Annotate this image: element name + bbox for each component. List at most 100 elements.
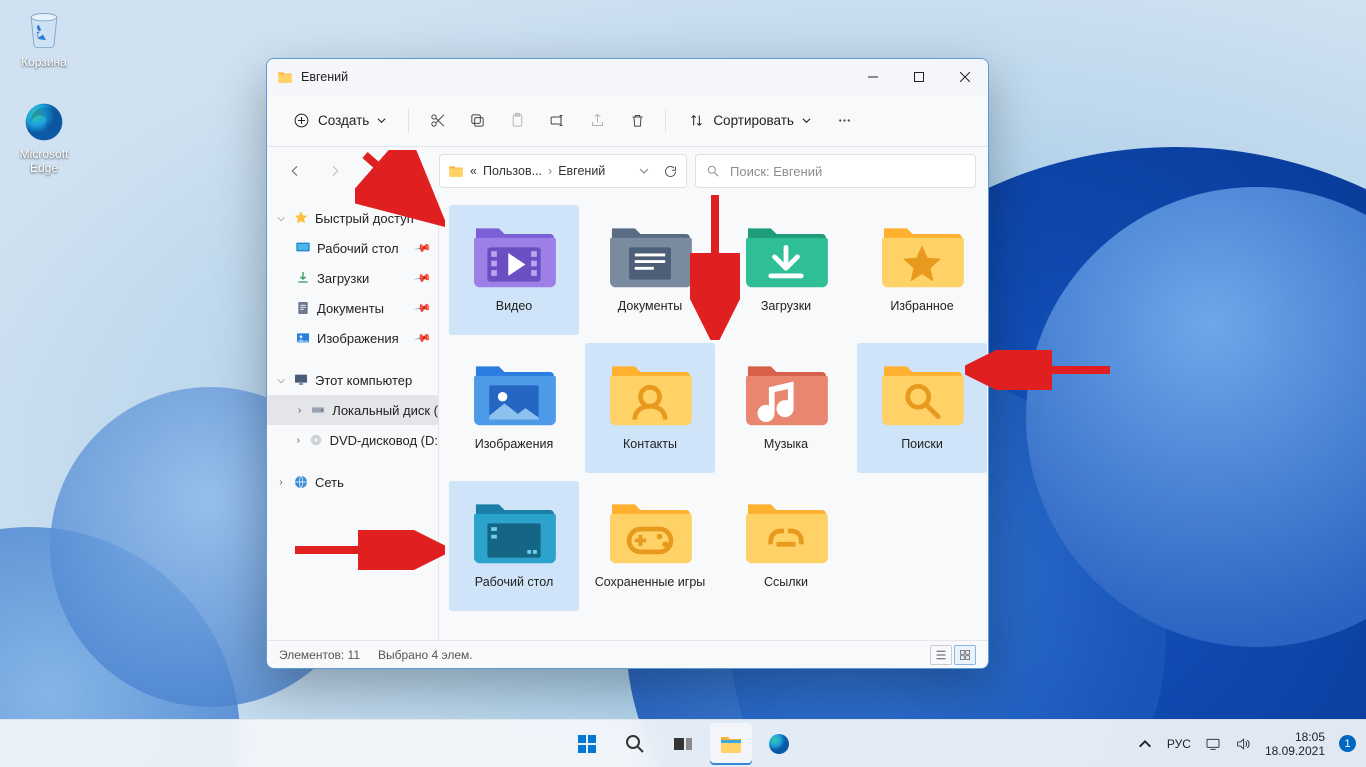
sidebar-pictures[interactable]: Изображения📌: [267, 323, 438, 353]
folder-label: Рабочий стол: [475, 575, 553, 590]
microsoft-edge[interactable]: Microsoft Edge: [6, 100, 82, 175]
contacts-folder-icon: [606, 353, 694, 431]
folder-icon: [277, 69, 293, 85]
titlebar[interactable]: Евгений: [267, 59, 988, 95]
more-icon: [836, 112, 853, 129]
sort-button[interactable]: Сортировать: [676, 103, 823, 139]
address-bar[interactable]: « Пользов... › Евгений: [439, 154, 687, 188]
paste-button[interactable]: [499, 103, 535, 139]
refresh-icon[interactable]: [663, 164, 678, 179]
share-icon: [589, 112, 606, 129]
desktop-icon: [295, 240, 311, 256]
notification-badge[interactable]: 1: [1339, 735, 1356, 752]
task-view[interactable]: [662, 723, 704, 765]
breadcrumb-root[interactable]: Пользов...: [483, 164, 542, 178]
minimize-button[interactable]: [850, 59, 896, 95]
desktop-folder-icon: [470, 491, 558, 569]
folder-label: Поиски: [901, 437, 943, 452]
language-indicator[interactable]: РУС: [1167, 737, 1191, 751]
trash-icon: [629, 112, 646, 129]
maximize-button[interactable]: [896, 59, 942, 95]
annotation-arrow: [285, 530, 445, 570]
status-bar: Элементов: 11 Выбрано 4 элем.: [267, 640, 988, 668]
taskbar-edge[interactable]: [758, 723, 800, 765]
create-button[interactable]: Создать: [281, 103, 398, 139]
folder-icon: [719, 732, 743, 756]
recycle-bin[interactable]: Корзина: [6, 8, 82, 69]
forward-button[interactable]: [319, 155, 351, 187]
folder-label: Музыка: [764, 437, 808, 452]
folder-label: Документы: [618, 299, 682, 314]
share-button[interactable]: [579, 103, 615, 139]
taskview-icon: [671, 732, 695, 756]
folder-item[interactable]: Контакты: [585, 343, 715, 473]
annotation-arrow: [965, 350, 1115, 390]
folder-item[interactable]: Видео: [449, 205, 579, 335]
scissors-icon: [429, 112, 446, 129]
plus-circle-icon: [293, 112, 310, 129]
pictures-icon: [295, 330, 311, 346]
disk-icon: [310, 402, 326, 418]
search-placeholder: Поиск: Евгений: [730, 164, 822, 179]
view-icons-button[interactable]: [954, 645, 976, 665]
pin-icon: 📌: [414, 269, 433, 288]
folder-item[interactable]: Сохраненные игры: [585, 481, 715, 611]
folder-item[interactable]: Изображения: [449, 343, 579, 473]
folder-item[interactable]: Рабочий стол: [449, 481, 579, 611]
edge-label: Microsoft Edge: [6, 147, 82, 175]
window-title: Евгений: [301, 70, 348, 84]
sidebar-dvd[interactable]: ›DVD-дисковод (D:: [267, 425, 438, 455]
search-input[interactable]: Поиск: Евгений: [695, 154, 976, 188]
sidebar-desktop[interactable]: Рабочий стол📌: [267, 233, 438, 263]
searches-folder-icon: [878, 353, 966, 431]
folder-label: Ссылки: [764, 575, 808, 590]
folder-label: Видео: [496, 299, 533, 314]
chevron-down-icon[interactable]: [639, 166, 649, 176]
folder-item[interactable]: Ссылки: [721, 481, 851, 611]
folder-label: Загрузки: [761, 299, 811, 314]
close-button[interactable]: [942, 59, 988, 95]
folder-item[interactable]: Музыка: [721, 343, 851, 473]
clock[interactable]: 18:0518.09.2021: [1265, 730, 1325, 758]
video-folder-icon: [470, 215, 558, 293]
back-button[interactable]: [279, 155, 311, 187]
sidebar-this-pc[interactable]: ⌵Этот компьютер: [267, 365, 438, 395]
pin-icon: 📌: [414, 239, 433, 258]
folder-label: Избранное: [890, 299, 953, 314]
dvd-icon: [308, 432, 324, 448]
taskbar-explorer[interactable]: [710, 723, 752, 765]
pictures-folder-icon: [470, 353, 558, 431]
folder-label: Изображения: [475, 437, 554, 452]
view-details-button[interactable]: [930, 645, 952, 665]
sidebar-network[interactable]: ›Сеть: [267, 467, 438, 497]
breadcrumb-current[interactable]: Евгений: [558, 164, 605, 178]
sidebar-downloads[interactable]: Загрузки📌: [267, 263, 438, 293]
volume-tray-icon[interactable]: [1235, 736, 1251, 752]
sidebar-local-disk[interactable]: ›Локальный диск (: [267, 395, 438, 425]
folder-item[interactable]: Избранное: [857, 205, 987, 335]
sidebar-documents[interactable]: Документы📌: [267, 293, 438, 323]
document-icon: [295, 300, 311, 316]
system-tray: РУС 18:0518.09.2021 1: [1137, 730, 1356, 758]
sidebar: ⌵Быстрый доступ Рабочий стол📌 Загрузки📌 …: [267, 195, 439, 640]
paste-icon: [509, 112, 526, 129]
documents-folder-icon: [606, 215, 694, 293]
folder-item[interactable]: Загрузки: [721, 205, 851, 335]
recycle-bin-icon: [22, 8, 66, 52]
folder-label: Контакты: [623, 437, 677, 452]
rename-button[interactable]: [539, 103, 575, 139]
delete-button[interactable]: [619, 103, 655, 139]
folder-label: Сохраненные игры: [595, 575, 706, 590]
search-icon: [623, 732, 647, 756]
sort-icon: [688, 112, 705, 129]
copy-icon: [469, 112, 486, 129]
taskbar-search[interactable]: [614, 723, 656, 765]
star-icon: [293, 210, 309, 226]
copy-button[interactable]: [459, 103, 495, 139]
tray-chevron-icon[interactable]: [1137, 736, 1153, 752]
cut-button[interactable]: [419, 103, 455, 139]
start-button[interactable]: [566, 723, 608, 765]
network-tray-icon[interactable]: [1205, 736, 1221, 752]
more-button[interactable]: [827, 103, 863, 139]
edge-icon: [22, 100, 66, 144]
